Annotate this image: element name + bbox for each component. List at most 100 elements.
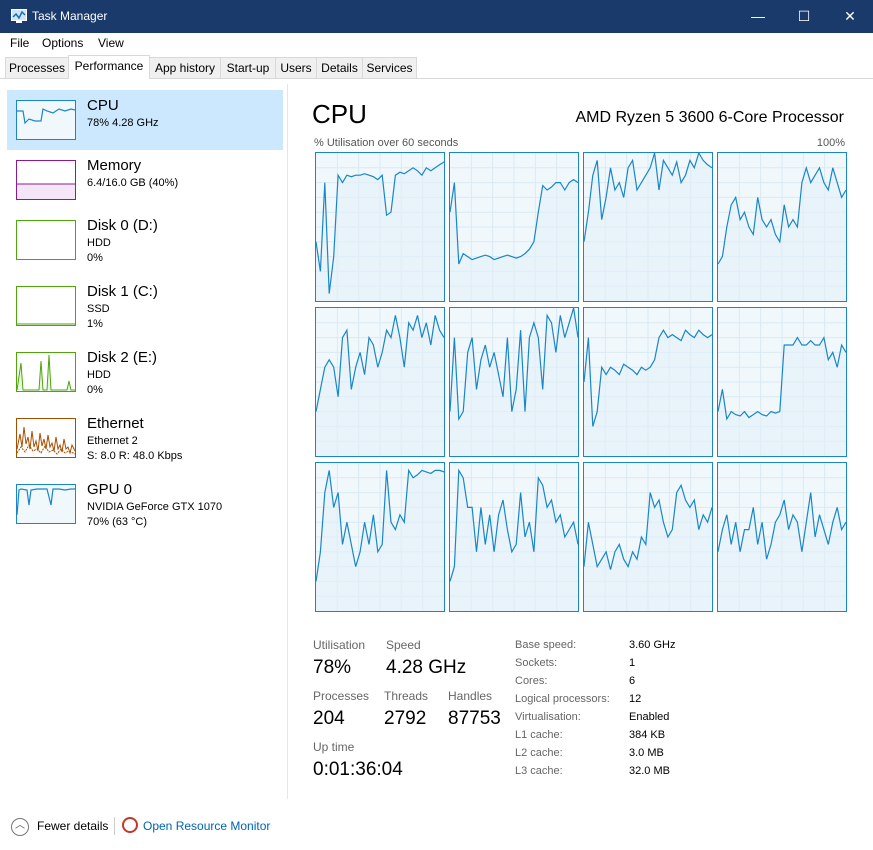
menu-file[interactable]: File [10,36,29,50]
sidebar-item-usage: 0% [87,252,103,264]
spec-label: L2 cache: [515,747,563,759]
sidebar-divider [287,84,288,799]
task-manager-window: Task Manager — ☐ ✕ File Options View Pro… [0,0,873,850]
processes-value: 204 [313,708,345,729]
handles-label: Handles [448,689,493,703]
sidebar-item-gpu[interactable]: GPU 0 NVIDIA GeForce GTX 1070 70% (63 °C… [7,474,283,534]
handles-value: 87753 [448,708,501,729]
open-resource-monitor-link[interactable]: Open Resource Monitor [143,819,270,833]
spec-label: Logical processors: [515,693,610,705]
sidebar-item-name: GPU 0 [87,481,133,498]
spec-value: 384 KB [629,729,666,741]
spec-value: 3.0 MB [629,747,664,759]
sidebar-item-disk-0[interactable]: Disk 0 (D:) HDD 0% [7,210,283,270]
sidebar-item-name: CPU [87,97,119,114]
sidebar-item-disk-2[interactable]: Disk 2 (E:) HDD 0% [7,342,283,402]
spec-label: Sockets: [515,657,558,669]
chevron-up-icon[interactable]: ︿ [11,818,29,836]
window-title: Task Manager [32,9,108,23]
spec-value: 1 [629,657,636,669]
logical-processor-graph [583,152,713,302]
logical-processor-graph [449,152,579,302]
minimize-button[interactable]: — [735,0,781,33]
utilisation-area [718,492,846,611]
footer-separator [114,817,115,835]
spec-value: 12 [629,693,642,705]
logical-processor-graph [449,307,579,457]
sidebar-item-detail: 6.4/16.0 GB (40%) [87,177,179,189]
logical-processor-graph [315,152,445,302]
sidebar-item-name: Memory [87,157,142,174]
page-title: CPU [312,99,367,129]
fewer-details-link[interactable]: Fewer details [37,819,108,833]
sidebar-item-usage: 70% (63 °C) [87,516,148,528]
memory-graph-icon [16,160,76,200]
network-graph-icon [16,418,76,458]
close-button[interactable]: ✕ [827,0,873,33]
logical-processor-graph [717,462,847,612]
sidebar-item-throughput: S: 8.0 R: 48.0 Kbps [87,450,183,462]
processes-label: Processes [313,689,370,703]
sidebar-item-name: Disk 1 (C:) [87,283,158,300]
resource-monitor-icon[interactable] [122,817,138,833]
speed-label: Speed [386,638,421,652]
sidebar-item-usage: 0% [87,384,103,396]
maximize-button[interactable]: ☐ [781,0,827,33]
spec-label: L1 cache: [515,729,563,741]
logical-processor-graph [449,462,579,612]
utilisation-area [584,153,712,301]
spec-value: 32.0 MB [629,765,670,777]
sidebar-item-ethernet[interactable]: Ethernet Ethernet 2 S: 8.0 R: 48.0 Kbps [7,408,283,468]
sidebar-item-name: Disk 2 (E:) [87,349,158,366]
menu-view[interactable]: View [98,36,124,50]
title-bar: Task Manager — ☐ ✕ [0,0,873,33]
spec-label: Base speed: [515,639,577,651]
logical-processor-graph [315,307,445,457]
sidebar-item-type: HDD [87,237,111,249]
menu-bar: File Options View [0,33,873,53]
sidebar-item-detail: 78% 4.28 GHz [87,117,159,129]
spec-value: Enabled [629,711,670,723]
spec-label: Cores: [515,675,548,687]
uptime-label: Up time [313,740,355,754]
tab-users[interactable]: Users [275,57,317,78]
sidebar-item-disk-1[interactable]: Disk 1 (C:) SSD 1% [7,276,283,336]
logical-processor-graph [717,152,847,302]
footer: ︿ Fewer details Open Resource Monitor [0,808,873,850]
sidebar-item-type: SSD [87,303,110,315]
disk-graph-icon [16,352,76,392]
tab-processes[interactable]: Processes [5,57,69,78]
threads-label: Threads [384,689,429,703]
tab-performance[interactable]: Performance [68,55,150,79]
spec-value: 6 [629,675,636,687]
graph-caption: % Utilisation over 60 seconds [314,137,459,149]
threads-value: 2792 [384,708,427,729]
task-manager-icon [11,9,27,23]
disk-graph-icon [16,220,76,260]
sidebar-item-cpu[interactable]: CPU 78% 4.28 GHz [7,90,283,150]
sidebar-item-memory[interactable]: Memory 6.4/16.0 GB (40%) [7,150,283,210]
spec-value: 3.60 GHz [629,639,676,651]
resource-sidebar: CPU 78% 4.28 GHz Memory 6.4/16.0 GB (40%… [0,84,287,799]
tab-strip: Processes Performance App history Start-… [0,55,873,79]
tab-start-up[interactable]: Start-up [220,57,276,78]
cpu-graph-icon [16,100,76,140]
sidebar-item-adapter: Ethernet 2 [87,435,138,447]
disk-graph-icon [16,286,76,326]
sidebar-item-name: Disk 0 (D:) [87,217,158,234]
sidebar-item-model: NVIDIA GeForce GTX 1070 [87,501,223,513]
utilisation-label: Utilisation [313,638,366,652]
uptime-value: 0:01:36:04 [313,759,403,780]
sidebar-item-type: HDD [87,369,111,381]
logical-processor-graph [315,462,445,612]
tab-details[interactable]: Details [316,57,363,78]
utilisation-value: 78% [313,657,352,678]
gpu-graph-icon [16,484,76,524]
speed-value: 4.28 GHz [386,657,467,678]
tab-app-history[interactable]: App history [149,57,221,78]
spec-label: Virtualisation: [515,711,581,723]
logical-processor-graph [583,307,713,457]
tab-services[interactable]: Services [362,57,417,78]
menu-options[interactable]: Options [42,36,83,50]
spec-label: L3 cache: [515,765,563,777]
